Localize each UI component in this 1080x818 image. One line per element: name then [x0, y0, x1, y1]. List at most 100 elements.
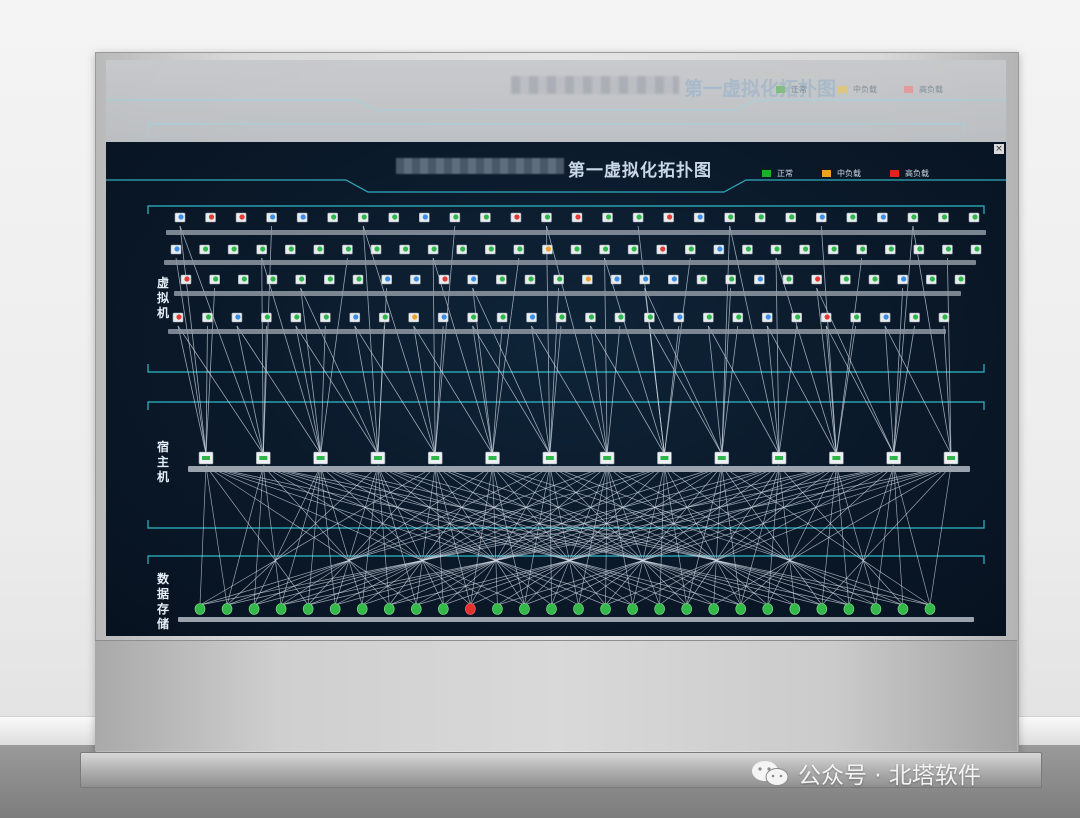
- storage-node: [275, 603, 287, 615]
- host-storage-link: [205, 465, 228, 606]
- storage-node: [410, 603, 422, 615]
- storage-node: [708, 603, 720, 615]
- host-status-indicator: [660, 456, 669, 460]
- vm-node: [238, 274, 249, 285]
- vm-status-dot: [729, 276, 735, 282]
- vm-node: [555, 312, 567, 323]
- storage-node: [924, 603, 936, 615]
- vm-status-dot: [442, 276, 448, 282]
- vm-status-dot: [697, 214, 703, 220]
- vm-status-dot: [728, 214, 734, 220]
- vm-node: [926, 274, 937, 285]
- vm-status-dot: [660, 246, 666, 252]
- storage-node: [356, 603, 368, 615]
- vm-status-dot: [288, 246, 294, 252]
- vm-node: [172, 312, 184, 323]
- vm-node: [410, 274, 421, 285]
- host-node: [657, 451, 672, 465]
- host-bar: [188, 466, 970, 472]
- vm-host-link: [377, 325, 385, 455]
- host-node: [313, 451, 328, 465]
- watermark-text: 公众号 · 北塔软件: [798, 763, 981, 789]
- host-storage-link: [713, 465, 723, 606]
- vm-status-dot: [618, 314, 624, 320]
- vm-host-link: [175, 257, 207, 455]
- vm-status-dot: [208, 214, 215, 220]
- vm-status-dot: [883, 314, 889, 320]
- vm-node: [513, 244, 525, 255]
- vm-status-dot: [802, 246, 809, 252]
- vm-host-link: [320, 257, 348, 455]
- host-node: [714, 451, 730, 465]
- vm-node: [954, 274, 966, 285]
- vm-node: [209, 274, 220, 285]
- vm-node: [467, 312, 478, 323]
- host-status-indicator: [947, 456, 955, 460]
- vm-status-dot: [241, 276, 247, 282]
- vm-status-dot: [385, 276, 391, 282]
- vm-node: [913, 244, 925, 255]
- vm-status-dot: [422, 214, 428, 220]
- vm-status-dot: [317, 246, 323, 252]
- vm-status-dot: [643, 276, 649, 282]
- vm-node: [656, 244, 668, 255]
- vm-status-dot: [483, 214, 489, 220]
- vm-node: [296, 212, 308, 223]
- host-status-indicator: [889, 456, 898, 460]
- vm-node: [526, 312, 537, 323]
- host-node: [943, 451, 959, 465]
- vm-status-dot: [382, 314, 388, 320]
- vm-status-dot: [700, 276, 706, 282]
- vm-node: [856, 244, 868, 255]
- vm-host-link: [835, 257, 863, 455]
- vm-host-link: [707, 325, 780, 455]
- vm-node: [174, 212, 186, 223]
- vm-node: [877, 212, 888, 223]
- vm-node: [427, 244, 439, 255]
- vm-host-link: [664, 257, 691, 455]
- vm-node: [696, 274, 708, 285]
- vm-host-link: [707, 325, 723, 455]
- vm-host-link: [300, 287, 322, 455]
- storage-node: [789, 603, 801, 615]
- vm-status-dot: [942, 314, 948, 320]
- vm-host-link: [413, 325, 493, 455]
- vm-status-dot: [545, 246, 552, 252]
- host-node: [198, 451, 214, 465]
- host-storage-link: [205, 465, 417, 606]
- vm-host-link: [604, 257, 665, 455]
- vm-status-dot: [361, 214, 367, 220]
- vm-node: [868, 274, 880, 285]
- vm-node: [327, 212, 338, 223]
- vm-node: [235, 212, 247, 223]
- vm-status-dot: [412, 314, 418, 320]
- vm-status-dot: [574, 246, 580, 252]
- vm-status-dot: [205, 314, 212, 320]
- vm-status-dot: [888, 246, 894, 252]
- vm-status-dot: [819, 214, 825, 220]
- vm-node: [510, 212, 522, 223]
- vm-node: [938, 212, 949, 223]
- vm-status-dot: [176, 314, 182, 320]
- vm-node: [388, 212, 400, 223]
- vm-node: [840, 274, 851, 285]
- vm-node: [799, 244, 810, 255]
- vm-node: [202, 312, 213, 323]
- vm-host-link: [261, 257, 321, 455]
- vm-node: [570, 244, 582, 255]
- vm-status-dot: [453, 214, 459, 220]
- host-status-indicator: [832, 456, 841, 460]
- storage-node: [735, 603, 747, 615]
- section-label-storage: 数据存储: [156, 572, 169, 631]
- vm-status-dot: [270, 214, 276, 220]
- vm-node: [231, 312, 243, 323]
- vm-row-bar: [164, 260, 976, 265]
- vm-node: [467, 274, 478, 285]
- vm-node: [599, 244, 610, 255]
- vm-node: [970, 244, 982, 255]
- topology-diagram: [106, 179, 1006, 622]
- section-label-vm: 虚拟机: [156, 276, 169, 320]
- vm-node: [684, 244, 696, 255]
- vm-node: [342, 244, 353, 255]
- vm-status-dot: [300, 214, 306, 220]
